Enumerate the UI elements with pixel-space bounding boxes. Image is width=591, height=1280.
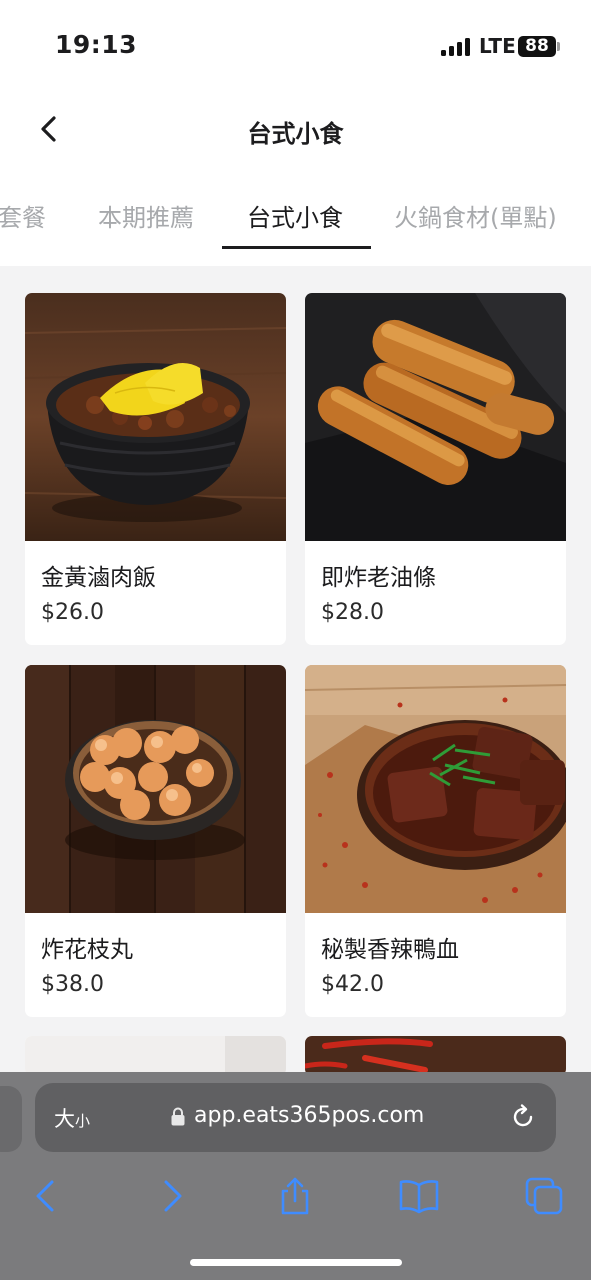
header: 台式小食 <box>0 96 591 166</box>
signal-icon <box>441 38 473 56</box>
status-time: 19:13 <box>55 30 138 59</box>
product-card[interactable] <box>25 1036 286 1072</box>
product-image <box>305 665 566 913</box>
forward-arrow-icon[interactable] <box>152 1176 192 1216</box>
battery-tip <box>557 42 560 51</box>
lock-icon <box>171 1107 185 1126</box>
url-text[interactable]: app.eats365pos.com <box>194 1103 424 1128</box>
product-card[interactable]: 金黃滷肉飯 $26.0 <box>25 293 286 645</box>
product-card[interactable]: 炸花枝丸 $38.0 <box>25 665 286 1017</box>
product-card[interactable]: 即炸老油條 $28.0 <box>305 293 566 645</box>
product-price: $38.0 <box>41 972 104 997</box>
product-name: 秘製香辣鴨血 <box>321 937 459 963</box>
product-grid: 金黃滷肉飯 $26.0 即炸老油條 $28.0 炸花枝丸 $38.0 秘製香辣鴨… <box>0 266 591 1072</box>
share-icon[interactable] <box>275 1176 315 1216</box>
address-bar[interactable]: 大小 app.eats365pos.com <box>35 1083 556 1152</box>
previous-tab-preview[interactable] <box>0 1086 22 1152</box>
text-size-button[interactable]: 大小 <box>54 1103 90 1133</box>
tab-taiwanese-snacks[interactable]: 台式小食 <box>247 198 343 233</box>
product-card[interactable] <box>305 1036 566 1072</box>
bookmarks-icon[interactable] <box>399 1176 439 1216</box>
product-image <box>25 1036 286 1072</box>
tab-set-meal[interactable]: 套餐 <box>0 198 46 233</box>
product-name: 炸花枝丸 <box>41 937 133 963</box>
battery-icon: 88 <box>518 36 556 57</box>
product-image <box>25 665 286 913</box>
network-type: LTE <box>479 34 516 58</box>
product-price: $28.0 <box>321 600 384 625</box>
reload-icon[interactable] <box>509 1103 537 1131</box>
product-card[interactable]: 秘製香辣鴨血 $42.0 <box>305 665 566 1017</box>
product-name: 即炸老油條 <box>321 565 436 591</box>
product-image <box>25 293 286 541</box>
tabs-icon[interactable] <box>524 1176 564 1216</box>
product-image <box>305 1036 566 1072</box>
product-price: $26.0 <box>41 600 104 625</box>
category-tabs: 套餐 本期推薦 台式小食 火鍋食材(單點) <box>0 166 591 266</box>
tab-hotpot-ingredients[interactable]: 火鍋食材(單點) <box>394 198 557 233</box>
product-name: 金黃滷肉飯 <box>41 565 156 591</box>
active-tab-indicator <box>222 246 371 249</box>
product-image <box>305 293 566 541</box>
status-bar: 19:13 LTE 88 <box>0 0 591 96</box>
back-arrow-icon[interactable] <box>26 1176 66 1216</box>
text-size-small-label: 小 <box>75 1112 91 1130</box>
text-size-large-label: 大 <box>54 1107 75 1131</box>
tab-current-recommendations[interactable]: 本期推薦 <box>98 198 194 233</box>
page-title: 台式小食 <box>247 120 344 148</box>
home-indicator <box>190 1259 402 1266</box>
browser-bar: 大小 app.eats365pos.com <box>0 1072 591 1280</box>
product-price: $42.0 <box>321 972 384 997</box>
